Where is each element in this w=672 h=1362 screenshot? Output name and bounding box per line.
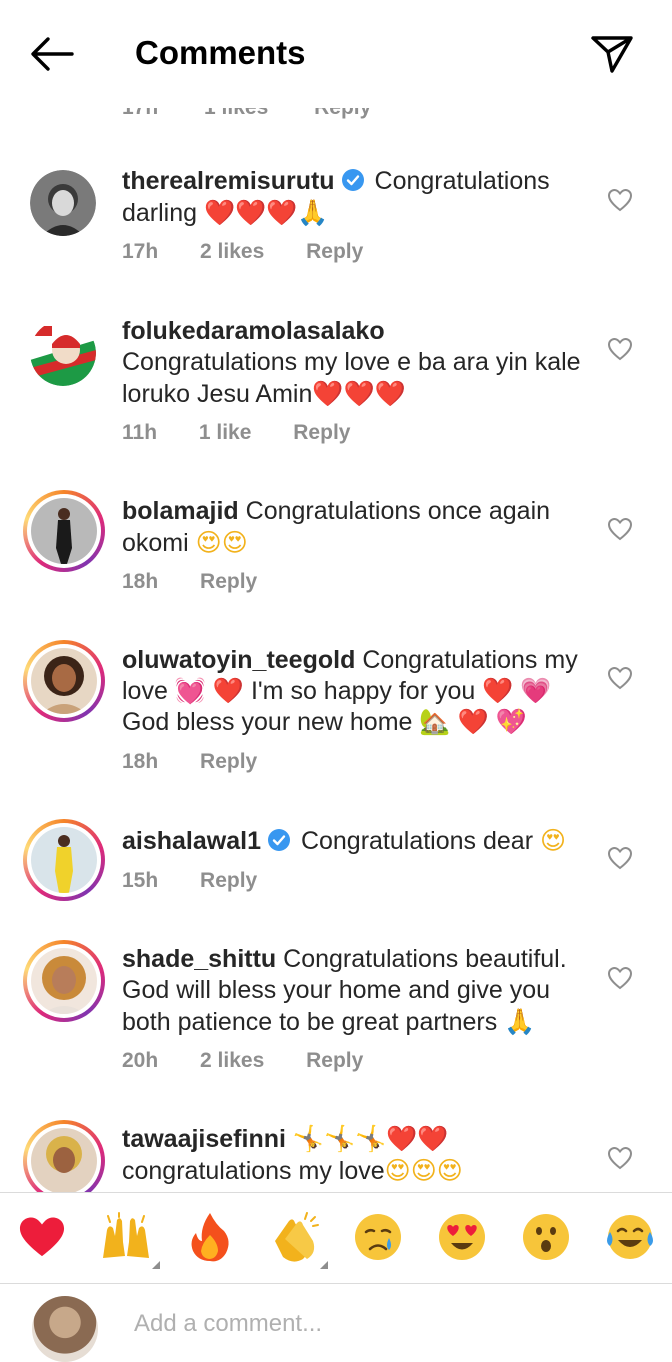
like-heart-icon[interactable]: [607, 846, 633, 870]
avatar[interactable]: [23, 640, 105, 722]
raising-hands-icon: [103, 1212, 149, 1258]
comment-time: 15h: [122, 869, 159, 892]
avatar-image: [31, 1128, 97, 1192]
comment-emoji: ❤️❤️❤️🙏: [204, 198, 329, 227]
avatar[interactable]: [30, 320, 96, 386]
share-button[interactable]: [588, 30, 636, 78]
surprised-face-icon: [523, 1214, 569, 1260]
comment-body: folukedaramolasalako Congratulations my …: [122, 316, 592, 410]
avatar-image: [31, 948, 97, 1014]
like-heart-icon[interactable]: [607, 188, 633, 212]
reply-button[interactable]: Reply: [200, 869, 257, 892]
comment-body: shade_shittu Congratulations beautiful. …: [122, 944, 592, 1038]
fire-icon: [191, 1213, 229, 1262]
comment-composer: [0, 1283, 672, 1362]
reaction-surprised-face[interactable]: [518, 1209, 574, 1265]
reaction-tears-of-joy[interactable]: [602, 1209, 658, 1265]
comment-body: oluwatoyin_teegold Congratulations my lo…: [122, 645, 592, 738]
comment-username[interactable]: bolamajid: [122, 497, 239, 525]
skin-tone-indicator: [144, 1261, 160, 1269]
comment-time: 11h: [122, 421, 158, 444]
clapping-hands-icon: [275, 1212, 319, 1262]
page-title: Comments: [135, 34, 306, 71]
comment-username[interactable]: oluwatoyin_teegold: [122, 646, 355, 674]
reply-button[interactable]: Reply: [293, 421, 350, 444]
like-heart-icon[interactable]: [607, 517, 633, 541]
back-button[interactable]: [26, 32, 78, 76]
avatar-image: [30, 320, 96, 386]
comments-list[interactable]: 17h 1 likes Reply therealremisurutu Cong…: [0, 0, 672, 1192]
comment-emoji: ❤️❤️❤️: [312, 379, 406, 408]
skin-tone-indicator: [312, 1261, 328, 1269]
comment-time: 18h: [122, 750, 159, 773]
comment-likes[interactable]: 1 like: [199, 421, 252, 444]
comment-body: therealremisurutu Congratulations darlin…: [122, 166, 592, 229]
reaction-clapping-hands[interactable]: [266, 1209, 328, 1269]
comment-time: 18h: [122, 570, 159, 593]
comment-text: Congratulations dear: [300, 827, 534, 855]
comment-emoji: 😍😍😍: [384, 1156, 463, 1185]
avatar[interactable]: [23, 490, 105, 572]
story-ring: [27, 823, 101, 897]
comment-username[interactable]: aishalawal1: [122, 827, 261, 855]
avatar[interactable]: [23, 1120, 105, 1192]
quick-reactions-bar: [0, 1192, 672, 1283]
comment-likes[interactable]: 2 likes: [200, 240, 264, 263]
avatar[interactable]: [30, 170, 96, 236]
comment-username[interactable]: shade_shittu: [122, 945, 276, 973]
comment-username[interactable]: tawaajisefinni: [122, 1125, 286, 1153]
tears-of-joy-icon: [607, 1215, 653, 1259]
comments-header: Comments: [0, 0, 672, 108]
reply-button[interactable]: Reply: [200, 570, 257, 593]
like-heart-icon[interactable]: [607, 666, 633, 690]
avatar[interactable]: [23, 819, 105, 901]
heart-eyes-icon: [439, 1214, 485, 1260]
comment-body: aishalawal1 Congratulations dear 😍: [122, 825, 592, 857]
reaction-red-heart[interactable]: [14, 1209, 70, 1265]
comment-meta: 15h Reply: [122, 869, 293, 893]
comment-meta: 11h 1 like Reply: [122, 421, 386, 445]
reaction-raising-hands[interactable]: [98, 1209, 160, 1269]
comment-username[interactable]: folukedaramolasalako: [122, 317, 385, 345]
reaction-fire[interactable]: [182, 1209, 238, 1265]
comment-emoji: 😍😍: [195, 528, 248, 557]
avatar[interactable]: [23, 940, 105, 1022]
comment-likes[interactable]: 2 likes: [200, 1049, 264, 1072]
crying-face-icon: [355, 1214, 401, 1260]
reply-button[interactable]: Reply: [306, 240, 363, 263]
comment-time: 20h: [122, 1049, 159, 1072]
reply-button[interactable]: Reply: [200, 750, 257, 773]
like-heart-icon[interactable]: [607, 1146, 633, 1170]
comment-meta: 18h Reply: [122, 750, 293, 774]
avatar-image: [31, 498, 97, 564]
story-ring: [27, 944, 101, 1018]
comment-meta: 20h 2 likes Reply: [122, 1049, 399, 1073]
current-user-avatar: [32, 1296, 98, 1362]
avatar-image: [31, 827, 97, 893]
like-heart-icon[interactable]: [607, 337, 633, 361]
comment-username[interactable]: therealremisurutu: [122, 167, 335, 195]
comment-meta: 17h 2 likes Reply: [122, 240, 399, 264]
red-heart-icon: [19, 1217, 65, 1257]
comment-meta: 18h Reply: [122, 570, 293, 594]
reaction-crying-face[interactable]: [350, 1209, 406, 1265]
like-heart-icon[interactable]: [607, 966, 633, 990]
story-ring: [27, 494, 101, 568]
comment-emoji: 😍: [539, 826, 567, 855]
story-ring: [27, 1124, 101, 1192]
comment-emoji: 🙏: [504, 1007, 536, 1036]
comment-time: 17h: [122, 240, 159, 263]
story-ring: [27, 644, 101, 718]
comment-input[interactable]: [132, 1308, 556, 1340]
avatar-image: [30, 170, 96, 236]
verified-badge-icon: [267, 829, 290, 851]
reaction-heart-eyes[interactable]: [434, 1209, 490, 1265]
reply-button[interactable]: Reply: [306, 1049, 363, 1072]
paper-plane-icon: [591, 36, 633, 73]
comment-body: tawaajisefinni 🤸🤸🤸❤️❤️ congratulations m…: [122, 1124, 592, 1187]
verified-badge-icon: [341, 169, 364, 191]
avatar-image: [31, 648, 97, 714]
comment-body: bolamajid Congratulations once again oko…: [122, 496, 592, 559]
arrow-left-icon: [31, 37, 74, 71]
